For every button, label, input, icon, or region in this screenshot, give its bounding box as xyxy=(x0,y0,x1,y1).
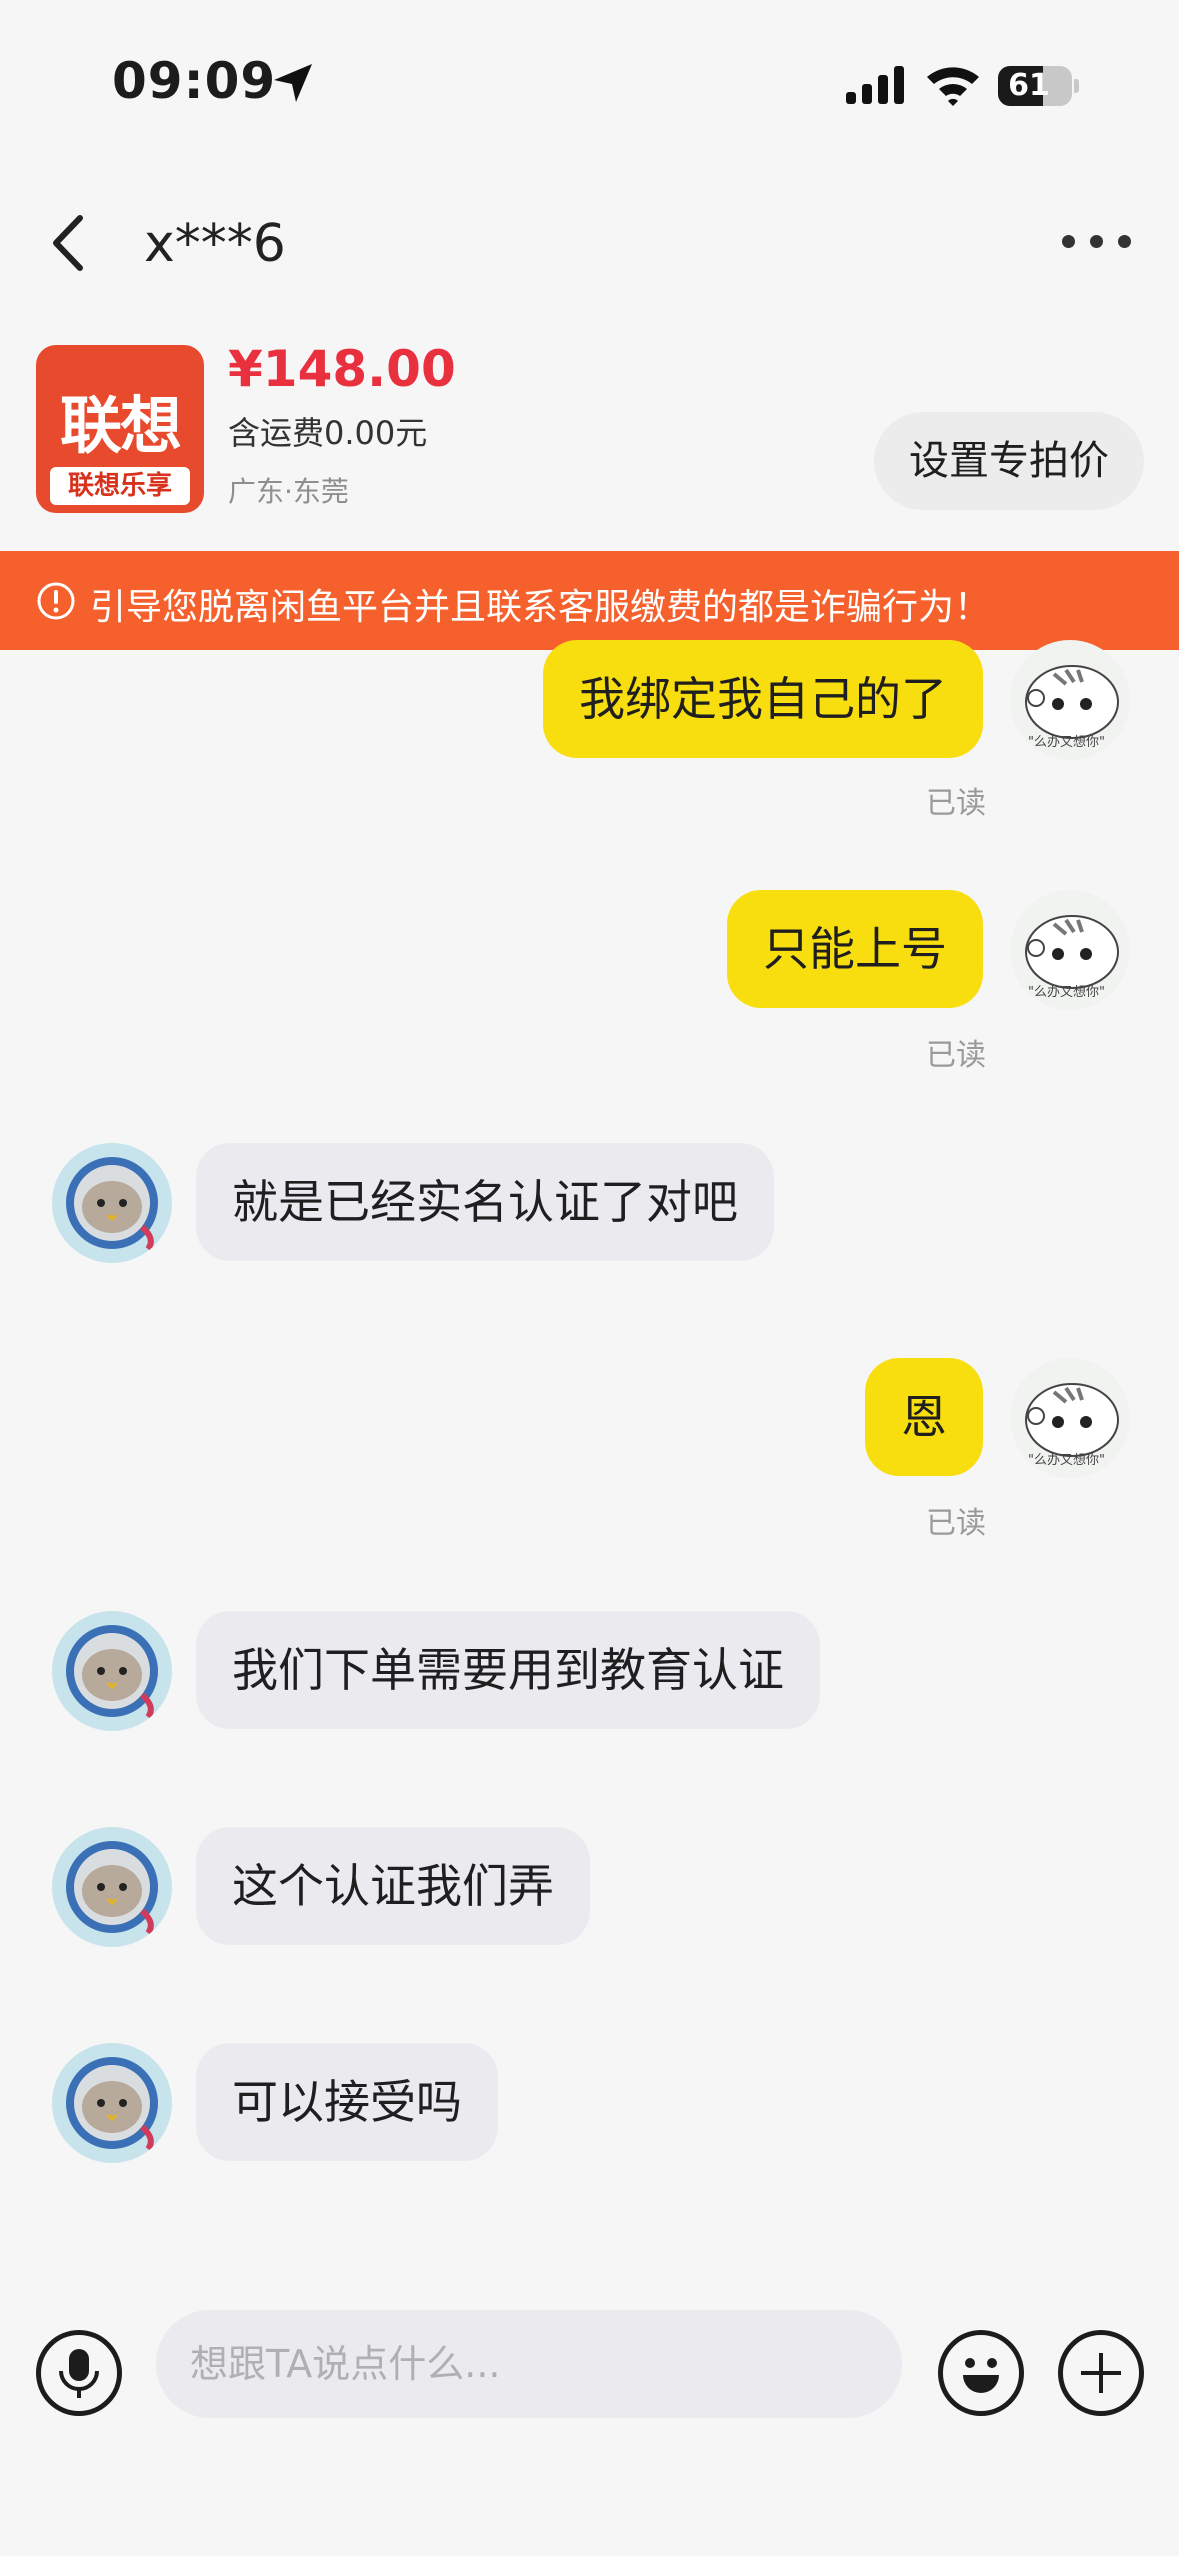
svg-text:"么办又想你": "么办又想你" xyxy=(1028,734,1105,750)
svg-text:"么办又想你": "么办又想你" xyxy=(1028,984,1105,1000)
battery-percent: 61 xyxy=(1008,68,1050,103)
hamster-avatar-icon: "么办又想你" xyxy=(1025,665,1119,750)
read-status: 已读 xyxy=(926,786,986,821)
fraud-warning-banner: 引导您脱离闲鱼平台并且联系客服缴费的都是诈骗行为！ xyxy=(0,551,1179,650)
product-logo-subtext: 联想乐享 xyxy=(50,467,190,505)
set-special-price-button[interactable]: 设置专拍价 xyxy=(874,412,1144,510)
contact-avatar[interactable] xyxy=(52,1143,172,1263)
status-time: 09:09 xyxy=(112,52,277,110)
contact-message-bubble[interactable]: 我们下单需要用到教育认证 xyxy=(196,1611,820,1729)
cellular-signal-icon xyxy=(846,66,904,104)
cat-astronaut-avatar-icon xyxy=(66,1841,158,1935)
status-bar: 09:09 61 xyxy=(0,0,1179,170)
more-options-icon[interactable] xyxy=(1062,226,1132,256)
message-row: 我们下单需要用到教育认证 xyxy=(0,1611,1179,1741)
smiley-face-icon xyxy=(963,2358,999,2393)
warning-circle-icon xyxy=(37,582,75,620)
product-location: 广东·东莞 xyxy=(228,475,349,508)
back-arrow-icon[interactable] xyxy=(40,208,100,278)
my-avatar[interactable]: "么办又想你" xyxy=(1010,640,1130,760)
my-message-bubble[interactable]: 只能上号 xyxy=(727,890,983,1008)
message-input-bar xyxy=(0,2290,1179,2470)
warning-text: 引导您脱离闲鱼平台并且联系客服缴费的都是诈骗行为！ xyxy=(90,587,991,628)
product-card[interactable]: 联想 联想乐享 ¥148.00 含运费0.00元 广东·东莞 设置专拍价 xyxy=(0,320,1179,550)
my-message-bubble[interactable]: 恩 xyxy=(865,1358,983,1476)
battery-body: 61 xyxy=(998,66,1072,106)
message-row: 只能上号 "么办又想你" 已读 xyxy=(0,890,1179,1073)
plus-icon xyxy=(1081,2353,1121,2393)
message-row: 这个认证我们弄 xyxy=(0,1827,1179,1957)
location-arrow-icon xyxy=(274,64,312,102)
message-row: 可以接受吗 xyxy=(0,2043,1179,2173)
more-actions-button[interactable] xyxy=(1058,2330,1144,2416)
contact-avatar[interactable] xyxy=(52,1827,172,1947)
product-shipping: 含运费0.00元 xyxy=(228,414,428,452)
message-row: 就是已经实名认证了对吧 xyxy=(0,1143,1179,1273)
product-price: ¥148.00 xyxy=(228,340,456,398)
contact-avatar[interactable] xyxy=(52,2043,172,2163)
cat-astronaut-avatar-icon xyxy=(66,1625,158,1719)
hamster-avatar-icon: "么办又想你" xyxy=(1025,915,1119,1000)
cat-astronaut-avatar-icon xyxy=(66,1157,158,1251)
my-avatar[interactable]: "么办又想你" xyxy=(1010,1358,1130,1478)
contact-message-bubble[interactable]: 可以接受吗 xyxy=(196,2043,498,2161)
chat-title: x***6 xyxy=(144,214,286,274)
battery-indicator: 61 xyxy=(998,66,1079,106)
message-input[interactable] xyxy=(156,2310,902,2418)
my-avatar[interactable]: "么办又想你" xyxy=(1010,890,1130,1010)
message-row: 恩 "么办又想你" 已读 xyxy=(0,1358,1179,1541)
my-message-bubble[interactable]: 我绑定我自己的了 xyxy=(543,640,983,758)
emoji-button[interactable] xyxy=(938,2330,1024,2416)
contact-message-bubble[interactable]: 就是已经实名认证了对吧 xyxy=(196,1143,774,1261)
voice-input-button[interactable] xyxy=(36,2330,122,2416)
contact-avatar[interactable] xyxy=(52,1611,172,1731)
read-status: 已读 xyxy=(926,1506,986,1541)
hamster-avatar-icon: "么办又想你" xyxy=(1025,1383,1119,1468)
product-logo-text: 联想 xyxy=(59,389,182,462)
svg-text:"么办又想你": "么办又想你" xyxy=(1028,1452,1105,1468)
message-row: 我绑定我自己的了 "么办又想你" 已读 xyxy=(0,640,1179,821)
microphone-icon xyxy=(59,2349,99,2398)
product-thumbnail[interactable]: 联想 联想乐享 xyxy=(36,345,204,513)
contact-message-bubble[interactable]: 这个认证我们弄 xyxy=(196,1827,590,1945)
wifi-icon xyxy=(927,67,979,106)
battery-tip xyxy=(1074,79,1079,93)
read-status: 已读 xyxy=(926,1038,986,1073)
cat-astronaut-avatar-icon xyxy=(66,2057,158,2151)
chat-header: x***6 xyxy=(0,170,1179,320)
